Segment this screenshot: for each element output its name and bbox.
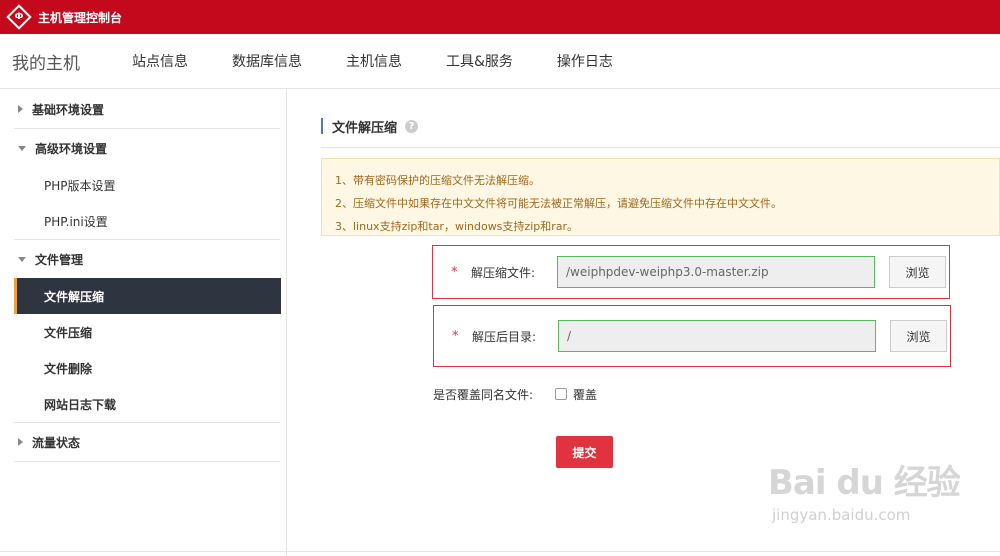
overwrite-label: 是否覆盖同名文件:	[433, 387, 534, 402]
sidebar-item-log-download[interactable]: 网站日志下载	[0, 386, 286, 422]
caret-down-icon	[18, 256, 26, 262]
target-dir-label: 解压后目录:	[472, 329, 537, 344]
logo: Ф	[4, 2, 34, 32]
divider	[0, 551, 1000, 552]
sidebar-group-basic-env[interactable]: 基础环境设置	[0, 90, 286, 128]
nav-item-operation-log[interactable]: 操作日志	[557, 51, 613, 71]
archive-file-row: * 解压缩文件: /weiphpdev-weiphp3.0-master.zip…	[432, 245, 950, 299]
caret-right-icon	[18, 438, 23, 446]
divider	[321, 147, 1000, 148]
watermark-logo: Bai du 经验	[768, 463, 961, 503]
sidebar-group-label: 流量状态	[32, 435, 81, 450]
help-icon[interactable]: ?	[405, 119, 419, 133]
console-title: 主机管理控制台	[38, 10, 123, 25]
nav-item-database-info[interactable]: 数据库信息	[232, 51, 302, 71]
caret-right-icon	[18, 105, 23, 113]
logo-text: Ф	[14, 11, 24, 22]
divider	[14, 461, 280, 462]
page-title: 文件解压缩 ?	[321, 118, 419, 136]
sidebar-item-file-delete[interactable]: 文件删除	[0, 350, 286, 386]
target-dir-input[interactable]: /	[558, 320, 876, 352]
sidebar-item-file-compress[interactable]: 文件压缩	[0, 314, 286, 350]
required-mark: *	[451, 264, 458, 280]
notice-line: 1、带有密码保护的压缩文件无法解压缩。	[335, 174, 540, 187]
nav-brand[interactable]: 我的主机	[12, 49, 132, 74]
overwrite-row: 是否覆盖同名文件: 覆盖	[433, 383, 733, 405]
sidebar-item-php-version[interactable]: PHP版本设置	[0, 167, 286, 203]
sidebar: 基础环境设置 高级环境设置 PHP版本设置 PHP.ini设置 文件管理 文件解…	[0, 90, 287, 556]
caret-down-icon	[18, 145, 26, 151]
nav-item-site-info[interactable]: 站点信息	[132, 51, 188, 71]
required-mark: *	[452, 328, 459, 344]
sidebar-item-file-decompress[interactable]: 文件解压缩	[14, 278, 281, 314]
overwrite-checkbox-label[interactable]: 覆盖	[573, 386, 597, 403]
overwrite-checkbox[interactable]	[555, 388, 567, 400]
sidebar-group-label: 高级环境设置	[35, 141, 108, 156]
target-dir-row: * 解压后目录: / 浏览	[433, 305, 951, 367]
browse-archive-button[interactable]: 浏览	[889, 256, 946, 288]
notice-box: 1、带有密码保护的压缩文件无法解压缩。 2、压缩文件中如果存在中文文件将可能无法…	[321, 158, 1000, 236]
submit-button[interactable]: 提交	[556, 436, 613, 468]
sidebar-group-traffic-status[interactable]: 流量状态	[0, 423, 286, 461]
sidebar-group-label: 基础环境设置	[32, 102, 105, 117]
main-nav: 我的主机 站点信息 数据库信息 主机信息 工具&服务 操作日志	[0, 34, 1000, 89]
notice-line: 2、压缩文件中如果存在中文文件将可能无法被正常解压，请避免压缩文件中存在中文文件…	[335, 197, 782, 210]
sidebar-group-advanced-env[interactable]: 高级环境设置	[0, 129, 286, 167]
sidebar-group-file-management[interactable]: 文件管理	[0, 240, 286, 278]
nav-item-host-info[interactable]: 主机信息	[346, 51, 402, 71]
sidebar-group-label: 文件管理	[35, 252, 84, 267]
nav-item-tools-services[interactable]: 工具&服务	[446, 51, 513, 71]
baidu-jingyan-watermark: Bai du 经验 jingyan.baidu.com	[768, 455, 988, 545]
notice-line: 3、linux支持zip和tar，windows支持zip和rar。	[335, 220, 579, 233]
archive-file-input[interactable]: /weiphpdev-weiphp3.0-master.zip	[557, 256, 875, 288]
watermark-url: jingyan.baidu.com	[772, 506, 911, 524]
page-title-text: 文件解压缩	[332, 120, 398, 136]
archive-file-label: 解压缩文件:	[471, 265, 536, 280]
sidebar-item-php-ini[interactable]: PHP.ini设置	[0, 203, 286, 239]
browse-target-button[interactable]: 浏览	[890, 320, 947, 352]
top-bar: Ф 主机管理控制台	[0, 0, 1000, 34]
